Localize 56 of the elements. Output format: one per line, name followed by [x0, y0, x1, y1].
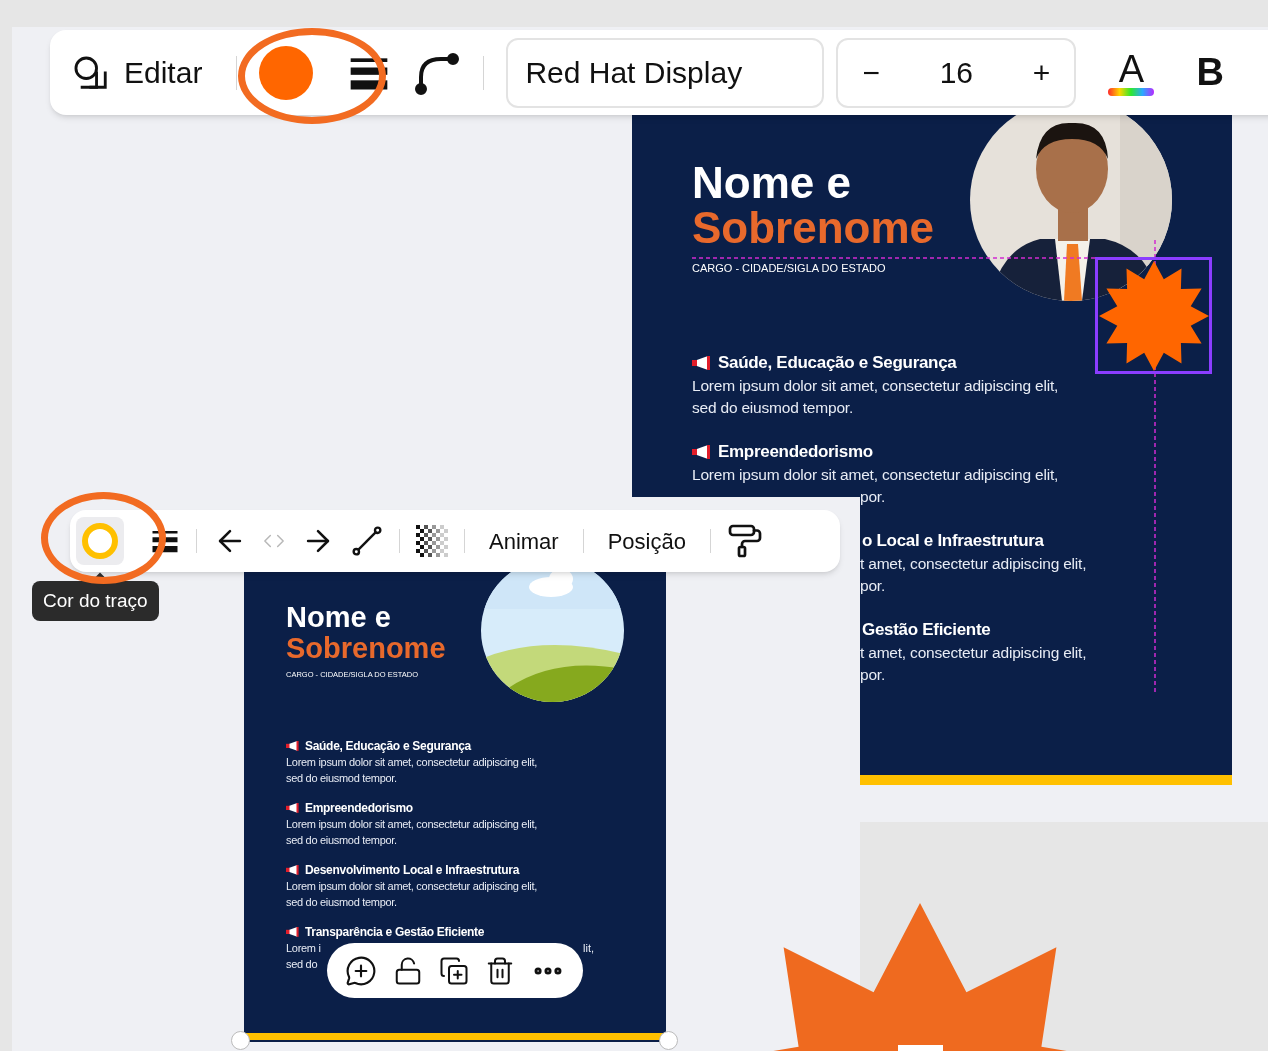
name-title: Nome e — [692, 160, 852, 206]
section-title: Saúde, Educação e Segurança — [305, 738, 471, 755]
body-text: por. — [860, 665, 887, 685]
unlock-icon[interactable] — [393, 955, 423, 986]
body-text: por. — [860, 487, 887, 507]
megaphone-icon — [286, 803, 300, 813]
line-icon[interactable] — [351, 525, 383, 557]
font-field[interactable]: Red Hat Display — [506, 37, 825, 108]
increase-button[interactable]: + — [1032, 50, 1051, 95]
body-text: sed do eiusmod tempor. — [286, 771, 397, 786]
section-title: Empreendedorismo — [305, 800, 413, 817]
transparency-icon[interactable] — [416, 525, 448, 557]
toolbar-text-button[interactable]: Posição — [599, 524, 694, 558]
body-text: Lorem i — [286, 941, 321, 956]
surname-title: Sobrenome — [286, 633, 446, 663]
body-text: por. — [860, 576, 887, 596]
comment-add-icon[interactable] — [345, 954, 377, 987]
body-text: t amet, consectetur adipiscing elit, — [860, 554, 1087, 574]
body-text: sed do — [286, 957, 318, 972]
megaphone-icon — [286, 741, 300, 751]
section-title: Desenvolvimento Local e Infraestrutura — [305, 862, 519, 879]
size-stepper[interactable]: − 16 + — [836, 37, 1077, 108]
toolbar-text-button[interactable]: Animar — [481, 524, 567, 558]
body-text: sed do eiusmod tempor. — [286, 833, 397, 848]
body-text: Lorem ipsum dolor sit amet, consectetur adipiscing elit, — [692, 465, 1060, 485]
bold-button[interactable]: B — [1196, 44, 1224, 101]
section-title: o Local e Infraestrutura — [862, 530, 1044, 553]
decrease-button[interactable]: − — [862, 50, 880, 95]
surname-title: Sobrenome — [692, 206, 935, 250]
megaphone-icon — [286, 865, 300, 875]
body-text: lit, — [583, 941, 594, 956]
megaphone-icon — [692, 445, 712, 459]
body-text: Lorem ipsum dolor sit amet, consectetur adipiscing elit, — [286, 755, 537, 770]
body-text: Lorem ipsum dolor sit amet, consectetur adipiscing elit, — [286, 817, 537, 832]
body-text: Lorem ipsum dolor sit amet, consectetur adipiscing elit, — [286, 879, 537, 894]
body-text: t amet, consectetur adipiscing elit, — [860, 643, 1087, 663]
font-size-value: 16 — [939, 55, 974, 91]
delete-icon[interactable] — [485, 955, 515, 986]
text-color-button[interactable]: A — [1108, 49, 1155, 96]
tooltip: Cor do traço — [32, 581, 159, 621]
stroke-color-button[interactable] — [76, 517, 124, 565]
megaphone-icon — [286, 927, 300, 937]
section-title: Transparência e Gestão Eficiente — [305, 924, 485, 941]
section-title: Saúde, Educação e Segurança — [718, 352, 957, 375]
body-text: sed do eiusmod tempor. — [286, 895, 397, 910]
body-text: Lorem ipsum dolor sit amet, consectetur adipiscing elit, — [692, 376, 1060, 396]
section-title: Empreendedorismo — [718, 441, 873, 464]
section-title: Gestão Eficiente — [862, 619, 991, 642]
subtitle: CARGO - CIDADE/SIGLA DO ESTADO — [692, 261, 887, 276]
color-button[interactable] — [259, 45, 314, 100]
paint-roller-icon[interactable] — [726, 523, 763, 559]
duplicate-icon[interactable] — [439, 955, 469, 986]
body-text: sed do eiusmod tempor. — [692, 398, 855, 418]
name-title: Nome e — [286, 602, 392, 633]
edit-button[interactable]: Editar — [72, 50, 203, 95]
megaphone-icon — [692, 356, 712, 370]
